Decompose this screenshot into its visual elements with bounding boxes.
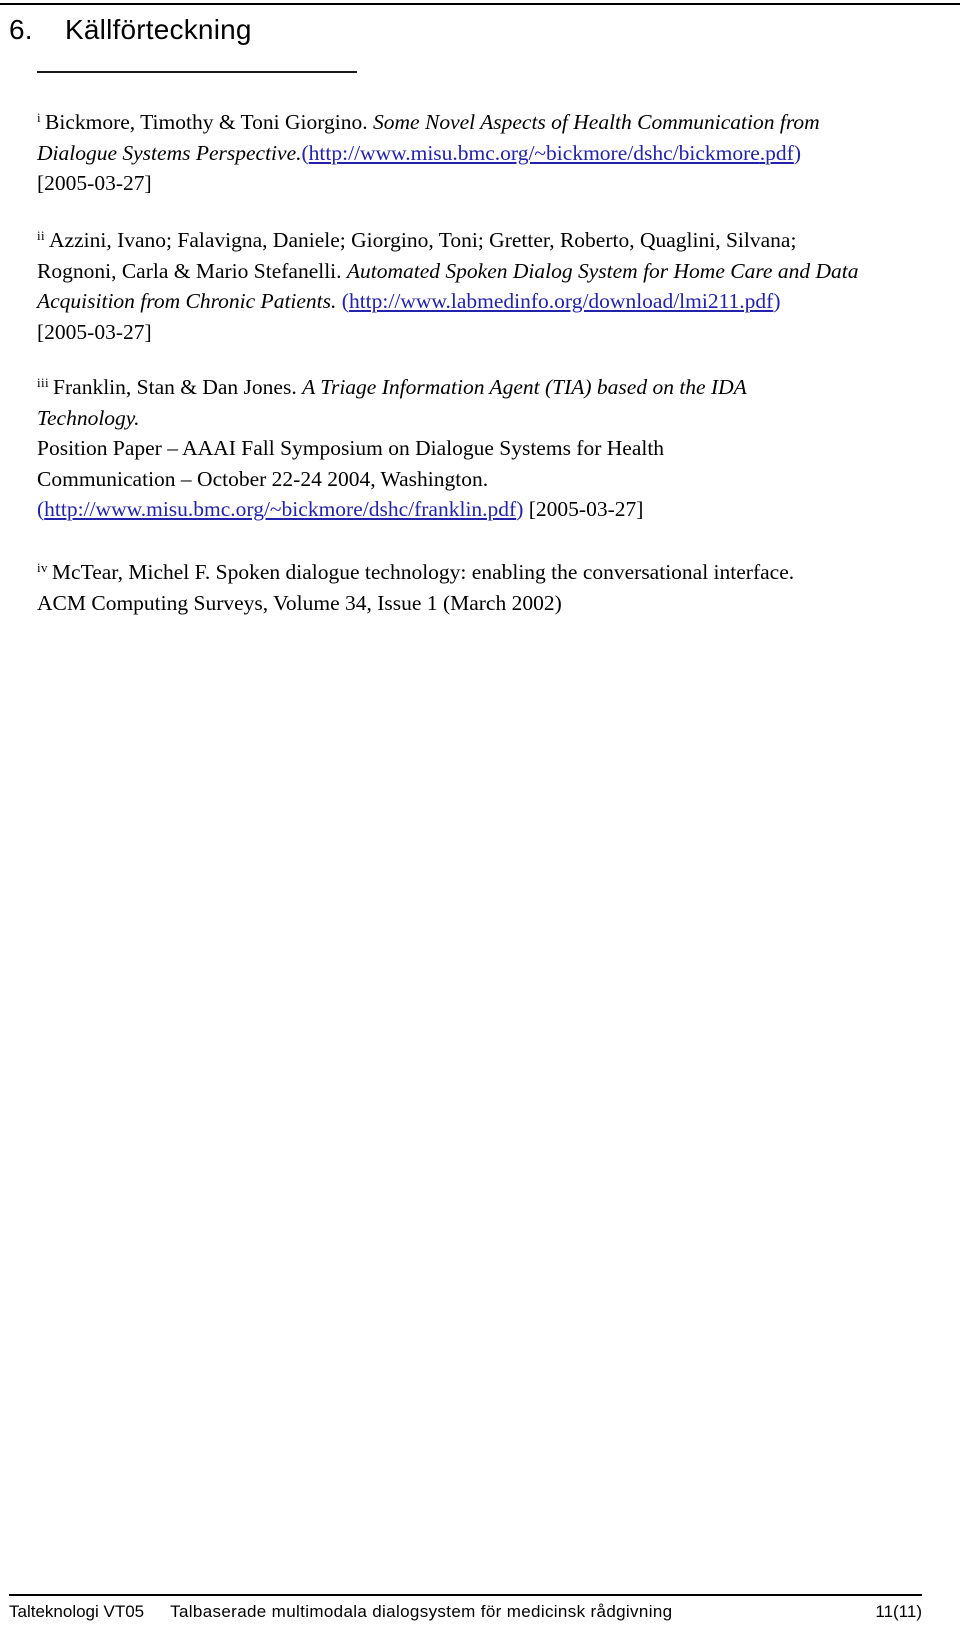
reference-venue-line2-iii: Communication – October 22-24 2004, Wash… (37, 466, 489, 491)
reference-authors-line2-ii: Rognoni, Carla & Mario Stefanelli. (37, 258, 342, 283)
page-top-rule (0, 3, 960, 5)
reference-marker-i: i (37, 110, 42, 125)
reference-title-line2-ii: Acquisition from Chronic Patients. (37, 289, 337, 313)
reference-url-link-i[interactable]: http://www.misu.bmc.org/~bickmore/dshc/b… (309, 141, 760, 165)
reference-line1-iv: McTear, Michel F. Spoken dialogue techno… (51, 560, 795, 584)
reference-title-line1-i: Some Novel Aspects of Health Communicati… (373, 110, 820, 134)
reference-accessed-i: [2005-03-27] (37, 171, 152, 195)
reference-title-line2-i: Dialogue Systems Perspective. (37, 140, 302, 165)
reference-item-ii: ii Azzini, Ivano; Falavigna, Daniele; Gio… (37, 221, 922, 347)
reference-item-i: i Bickmore, Timothy & Toni Giorgino. Some… (37, 103, 922, 199)
reference-title-line1-iii: A Triage Information Agent (TIA) based o… (302, 375, 747, 399)
footer-rule (9, 1594, 922, 1596)
reference-url-link-ii[interactable]: http://www.labmedinfo.org/download/lmi21… (349, 289, 773, 313)
reference-marker-ii: ii (37, 228, 46, 243)
heading-number: 6. (9, 14, 33, 45)
reference-url-link-iii[interactable]: http://www.misu.bmc.org/~bickmore/dshc/f… (44, 497, 516, 521)
heading-underline (37, 71, 357, 73)
open-paren-i: ( (301, 140, 309, 165)
document-page: 6. Källförteckning i Bickmore, Timothy & T… (0, 0, 960, 1629)
open-paren-ii: ( (341, 289, 349, 313)
reference-accessed-ii: [2005-03-27] (37, 319, 152, 344)
reference-authors-i: Bickmore, Timothy & Toni Giorgino. (45, 110, 368, 134)
reference-marker-iv: iv (37, 560, 48, 575)
footer-title-label: Talbaserade multimodala dialogsystem för… (170, 1602, 673, 1621)
close-paren-iii: ) (516, 497, 524, 521)
footer-course-label: Talteknologi VT05 (9, 1602, 145, 1621)
reference-title-line1-ii: Automated Spoken Dialog System for Home … (346, 258, 859, 283)
close-paren-i: ) (793, 140, 802, 165)
reference-marker-iii: iii (37, 375, 50, 390)
close-paren-ii: ) (773, 289, 781, 313)
page-footer: Talteknologi VT05 Talbaserade multimodal… (9, 1600, 922, 1624)
reference-title-line2-iii: Technology. (37, 405, 140, 430)
reference-accessed-iii: [2005-03-27] (528, 497, 644, 521)
reference-authors-line1-ii: Azzini, Ivano; Falavigna, Daniele; Giorg… (49, 228, 797, 252)
reference-url-link-i-ext[interactable]: pdf (765, 141, 794, 165)
reference-authors-iii: Franklin, Stan & Dan Jones. (53, 375, 297, 399)
reference-item-iii: iii Franklin, Stan & Dan Jones. A Triage … (37, 368, 922, 525)
footer-page-number: 11(11) (875, 1602, 922, 1621)
page-title: 6. Källförteckning (9, 13, 909, 47)
reference-venue-line1-iii: Position Paper – AAAI Fall Symposium on … (37, 436, 665, 460)
reference-line2-iv: ACM Computing Surveys, Volume 34, Issue … (37, 590, 562, 615)
reference-item-iv: iv McTear, Michel F. Spoken dialogue tech… (37, 553, 922, 618)
heading-text: Källförteckning (65, 14, 252, 45)
